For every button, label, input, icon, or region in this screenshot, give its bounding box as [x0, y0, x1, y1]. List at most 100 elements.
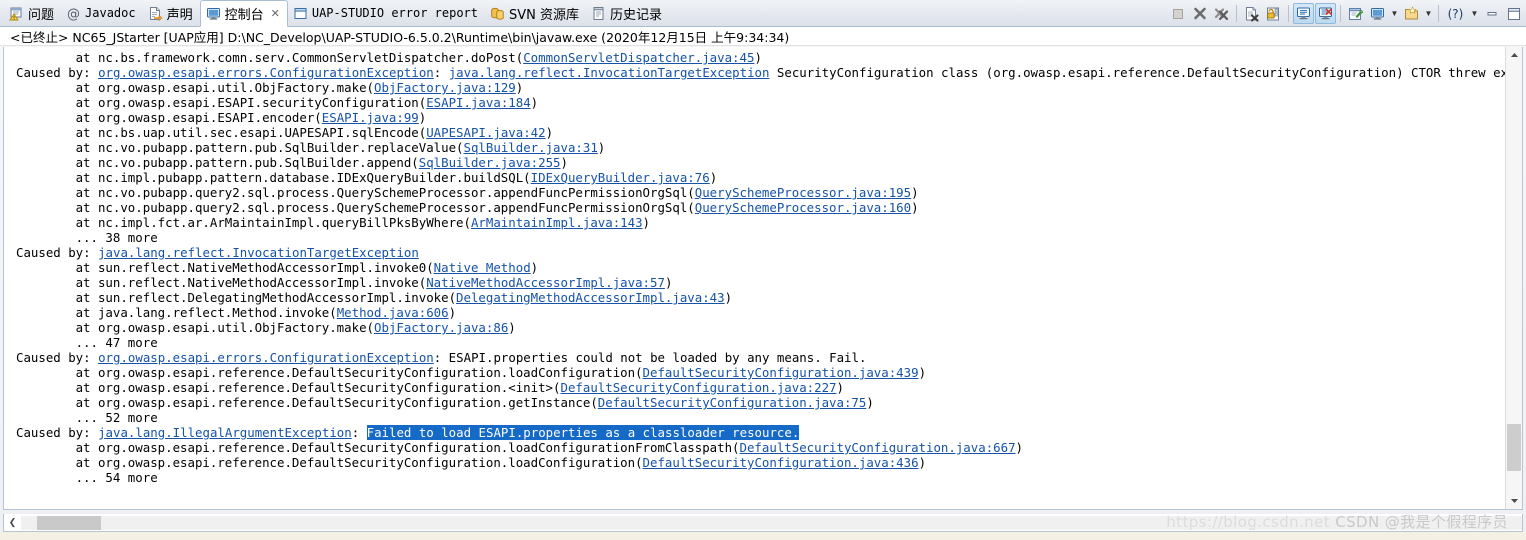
stack-trace-link[interactable]: UAPESAPI.java:42	[426, 125, 545, 140]
console-text-segment: at nc.vo.pubapp.pattern.pub.SqlBuilder.r…	[75, 140, 464, 155]
stack-trace-link[interactable]: DefaultSecurityConfiguration.java:667	[740, 440, 1016, 455]
lock-icon[interactable]	[1263, 3, 1284, 24]
horizontal-scroll-thumb[interactable]	[37, 515, 101, 530]
tab-label: 控制台	[224, 8, 264, 23]
console-text-segment: )	[545, 125, 554, 140]
console-text-segment: )	[418, 110, 427, 125]
chevron-down-icon[interactable]: ▼	[1469, 3, 1480, 24]
console-text-segment: at nc.impl.fct.ar.ArMaintainImpl.queryBi…	[75, 215, 471, 230]
tab-history[interactable]: 历史记录	[586, 0, 669, 26]
console-text-segment: at org.owasp.esapi.reference.DefaultSecu…	[75, 380, 561, 395]
terminate-button[interactable]	[1167, 3, 1188, 24]
console-text-segment: ... 54 more	[75, 470, 158, 485]
scroll-down-arrow[interactable]	[1506, 493, 1522, 509]
stack-trace-link[interactable]: CommonServletDispatcher.java:45	[523, 50, 754, 65]
tab-declaration[interactable]: 声明	[143, 0, 200, 26]
question-menu-icon[interactable]: (?)	[1443, 3, 1468, 24]
stack-trace-link[interactable]: ObjFactory.java:86	[374, 320, 508, 335]
stack-trace-link[interactable]: SqlBuilder.java:31	[464, 140, 598, 155]
declaration-icon	[148, 6, 163, 21]
console-text-segment: at org.owasp.esapi.reference.DefaultSecu…	[75, 365, 643, 380]
stack-trace-link[interactable]: ArMaintainImpl.java:143	[471, 215, 643, 230]
console-line: at sun.reflect.NativeMethodAccessorImpl.…	[4, 260, 1505, 275]
tab-label: SVN 资源库	[509, 7, 580, 23]
console-text-segment: at sun.reflect.DelegatingMethodAccessorI…	[75, 290, 457, 305]
vertical-scroll-thumb[interactable]	[1507, 424, 1521, 472]
stack-trace-link[interactable]: NativeMethodAccessorImpl.java:57	[426, 275, 665, 290]
display-console-icon[interactable]	[1367, 3, 1388, 24]
stack-trace-link[interactable]: QuerySchemeProcessor.java:160	[695, 200, 911, 215]
history-icon	[591, 6, 606, 21]
stack-trace-link[interactable]: Method.java:606	[337, 305, 449, 320]
console-line: at org.owasp.esapi.ESAPI.encoder(ESAPI.j…	[4, 110, 1505, 125]
stack-trace-link[interactable]: ESAPI.java:99	[322, 110, 419, 125]
stack-trace-link[interactable]: QuerySchemeProcessor.java:195	[695, 185, 911, 200]
console-line: at org.owasp.esapi.util.ObjFactory.make(…	[4, 320, 1505, 335]
pin-console-icon[interactable]	[1345, 3, 1366, 24]
console-text[interactable]: at nc.bs.framework.comn.serv.CommonServl…	[4, 47, 1505, 509]
console-text-segment: :	[351, 425, 367, 440]
close-icon[interactable]: ✕	[271, 8, 280, 19]
console-stdout-icon[interactable]	[1293, 3, 1314, 24]
stack-trace-link[interactable]: java.lang.IllegalArgumentException	[98, 425, 352, 440]
console-line: ... 47 more	[4, 335, 1505, 350]
minimize-icon[interactable]	[1481, 3, 1502, 24]
tab-svn-repository[interactable]: SVN 资源库	[485, 0, 586, 26]
console-text-segment: at org.owasp.esapi.reference.DefaultSecu…	[75, 455, 643, 470]
console-line: at nc.bs.uap.util.sec.esapi.UAPESAPI.sql…	[4, 125, 1505, 140]
stack-trace-link[interactable]: DefaultSecurityConfiguration.java:75	[598, 395, 867, 410]
chevron-down-icon[interactable]: ▼	[1423, 3, 1434, 24]
horizontal-scrollbar[interactable]: ❮	[3, 514, 1523, 532]
console-line: at nc.impl.fct.ar.ArMaintainImpl.queryBi…	[4, 215, 1505, 230]
console-line: at java.lang.reflect.Method.invoke(Metho…	[4, 305, 1505, 320]
stack-trace-link[interactable]: DefaultSecurityConfiguration.java:436	[643, 455, 919, 470]
console-text-segment: )	[911, 185, 919, 200]
stack-trace-link[interactable]: ESAPI.java:184	[426, 95, 530, 110]
vertical-scrollbar[interactable]	[1505, 47, 1522, 509]
console-line: at nc.vo.pubapp.query2.sql.process.Query…	[4, 185, 1505, 200]
toolbar-separator	[1288, 5, 1289, 22]
svg-text:@: @	[67, 7, 80, 21]
console-text-segment: at org.owasp.esapi.reference.DefaultSecu…	[75, 395, 598, 410]
stack-trace-link[interactable]: Native Method	[434, 260, 531, 275]
console-text-segment: at sun.reflect.NativeMethodAccessorImpl.…	[75, 260, 434, 275]
tab-uap-studio-error-report[interactable]: UAP-STUDIO error report	[288, 0, 485, 26]
console-stderr-icon[interactable]	[1315, 3, 1336, 24]
stack-trace-link[interactable]: IDExQueryBuilder.java:76	[531, 170, 710, 185]
tab-problems[interactable]: 问题	[4, 0, 61, 26]
tab-javadoc[interactable]: @ Javadoc	[61, 0, 143, 26]
launch-configuration-info: <已终止> NC65_JStarter [UAP应用] D:\NC_Develo…	[0, 27, 1526, 46]
chevron-down-icon[interactable]: ▼	[1389, 3, 1400, 24]
selected-text[interactable]: Failed to load ESAPI.properties as a cla…	[366, 425, 800, 440]
stack-trace-link[interactable]: DefaultSecurityConfiguration.java:439	[643, 365, 919, 380]
remove-x-icon[interactable]	[1189, 3, 1210, 24]
stack-trace-link[interactable]: org.owasp.esapi.errors.ConfigurationExce…	[98, 350, 434, 365]
console-icon	[206, 6, 221, 21]
svn-repository-icon	[490, 6, 505, 21]
console-text-segment: SecurityConfiguration class (org.owasp.e…	[769, 65, 1505, 80]
console-line: at org.owasp.esapi.util.ObjFactory.make(…	[4, 80, 1505, 95]
console-text-segment: )	[724, 290, 733, 305]
scroll-up-arrow[interactable]	[1506, 47, 1522, 63]
scroll-left-arrow[interactable]: ❮	[4, 515, 21, 531]
console-text-segment: )	[911, 200, 919, 215]
clear-console-icon[interactable]	[1241, 3, 1262, 24]
horizontal-scroll-track[interactable]	[21, 515, 1522, 530]
maximize-icon[interactable]	[1503, 3, 1524, 24]
tab-label: UAP-STUDIO error report	[311, 6, 479, 20]
stack-trace-link[interactable]: DelegatingMethodAccessorImpl.java:43	[456, 290, 725, 305]
stack-trace-link[interactable]: java.lang.reflect.InvocationTargetExcept…	[449, 65, 770, 80]
remove-all-x-icon[interactable]	[1211, 3, 1232, 24]
stack-trace-link[interactable]: java.lang.reflect.InvocationTargetExcept…	[98, 245, 419, 260]
stack-trace-link[interactable]: org.owasp.esapi.errors.ConfigurationExce…	[98, 65, 434, 80]
tab-console[interactable]: 控制台 ✕	[199, 0, 288, 27]
console-line: at nc.bs.framework.comn.serv.CommonServl…	[4, 50, 1505, 65]
stack-trace-link[interactable]: ObjFactory.java:129	[374, 80, 516, 95]
console-text-segment: )	[515, 80, 524, 95]
tab-label: 历史记录	[610, 7, 663, 23]
console-output-area: at nc.bs.framework.comn.serv.CommonServl…	[3, 47, 1523, 510]
console-text-segment: )	[664, 275, 673, 290]
stack-trace-link[interactable]: SqlBuilder.java:255	[419, 155, 561, 170]
new-console-icon[interactable]	[1401, 3, 1422, 24]
stack-trace-link[interactable]: DefaultSecurityConfiguration.java:227	[560, 380, 836, 395]
